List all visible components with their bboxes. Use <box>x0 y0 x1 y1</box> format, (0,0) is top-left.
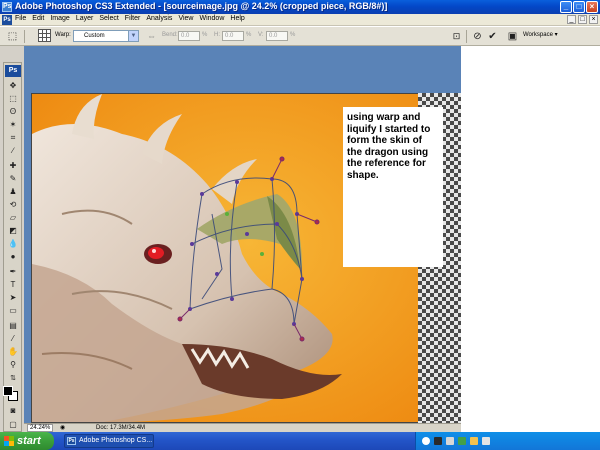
menu-help[interactable]: Help <box>230 15 244 22</box>
photoshop-logo: Ps <box>5 65 21 77</box>
warp-label: Warp: <box>55 32 71 38</box>
doc-minimize-button[interactable]: _ <box>567 15 576 24</box>
document-area: using warp and liquify I started to form… <box>24 46 461 423</box>
h-label: H: <box>214 32 220 38</box>
minimize-button[interactable]: _ <box>560 1 572 13</box>
document-icon[interactable]: Ps <box>2 15 12 25</box>
cancel-transform-icon[interactable]: ⊘ <box>471 30 484 43</box>
separator <box>466 30 467 43</box>
warp-style-select[interactable]: Custom ▼ <box>73 30 139 42</box>
menu-view[interactable]: View <box>178 15 193 22</box>
document-window-controls: _ □ × <box>567 15 598 24</box>
window-title: Adobe Photoshop CS3 Extended - [sourceim… <box>15 1 388 11</box>
warp-style-value: Custom <box>84 33 105 39</box>
menu-filter[interactable]: Filter <box>125 15 141 22</box>
marquee-tool-icon[interactable]: ⬚ <box>6 93 20 105</box>
network-icon[interactable] <box>446 437 454 445</box>
hand-tool-icon[interactable]: ✋ <box>6 346 20 358</box>
orientation-icon[interactable]: ⇔ <box>145 30 158 43</box>
v-input[interactable]: 0.0 <box>266 31 288 41</box>
zoom-level[interactable]: 24.24% <box>27 424 54 432</box>
volume-icon[interactable] <box>470 437 478 445</box>
doc-restore-button[interactable]: □ <box>578 15 587 24</box>
doc-close-button[interactable]: × <box>589 15 598 24</box>
zoom-tool-icon[interactable]: ⚲ <box>6 359 20 371</box>
menu-edit[interactable]: Edit <box>32 15 44 22</box>
menu-analysis[interactable]: Analysis <box>146 15 172 22</box>
eyedropper-tool-icon[interactable]: ⁄ <box>6 333 20 345</box>
workspace-button[interactable]: Workspace ▾ <box>523 31 558 38</box>
transform-tool-icon[interactable]: ⬚ <box>6 30 19 43</box>
doc-size[interactable]: Doc: 17.3M/34.4M <box>96 424 145 432</box>
taskbar: start Ps Adobe Photoshop CS... <box>0 432 600 450</box>
separator <box>24 30 25 43</box>
magic-wand-tool-icon[interactable]: ✶ <box>6 119 20 131</box>
close-button[interactable]: × <box>586 1 598 13</box>
chevron-down-icon: ▼ <box>128 31 138 41</box>
pen-tool-icon[interactable]: ✒ <box>6 266 20 278</box>
healing-brush-tool-icon[interactable]: ✚ <box>6 160 20 172</box>
bend-label: Bend: <box>162 32 178 38</box>
type-tool-icon[interactable]: T <box>6 279 20 291</box>
move-tool-icon[interactable]: ✥ <box>6 80 20 92</box>
menu-image[interactable]: Image <box>50 15 69 22</box>
title-bar: Ps Adobe Photoshop CS3 Extended - [sourc… <box>0 0 600 14</box>
options-bar: ⬚ Warp: Custom ▼ ⇔ Bend: 0.0 % H: 0.0 % … <box>0 27 600 46</box>
start-label: start <box>17 435 41 447</box>
toggle-warp-transform-icon[interactable]: ⊡ <box>450 30 463 43</box>
menu-file[interactable]: File <box>15 15 26 22</box>
h-input[interactable]: 0.0 <box>222 31 244 41</box>
menu-items: File Edit Image Layer Select Filter Anal… <box>15 15 245 22</box>
notes-tool-icon[interactable]: ▤ <box>6 320 20 332</box>
annotation-note: using warp and liquify I started to form… <box>343 107 443 267</box>
windows-logo-icon <box>4 436 14 446</box>
annotation-text: using warp and liquify I started to form… <box>347 112 431 181</box>
commit-transform-icon[interactable]: ✔ <box>486 30 499 43</box>
v-percent: % <box>290 32 296 38</box>
bridge-icon[interactable]: ▣ <box>506 30 519 43</box>
v-label: V: <box>258 32 264 38</box>
taskbar-item-label: Adobe Photoshop CS... <box>79 437 153 444</box>
taskbar-item-photoshop[interactable]: Ps Adobe Photoshop CS... <box>64 434 154 448</box>
security-icon[interactable] <box>458 437 466 445</box>
maximize-button[interactable]: □ <box>573 1 585 13</box>
lasso-tool-icon[interactable]: ʘ <box>6 106 20 118</box>
system-tray <box>415 432 600 450</box>
screen: Ps Adobe Photoshop CS3 Extended - [sourc… <box>0 0 600 450</box>
crop-tool-icon[interactable]: ⌗ <box>6 132 20 144</box>
h-percent: % <box>246 32 252 38</box>
warp-grid-icon[interactable] <box>38 29 51 42</box>
menu-layer[interactable]: Layer <box>76 15 94 22</box>
photoshop-app-icon[interactable]: Ps <box>2 2 12 12</box>
desktop-area <box>461 46 600 432</box>
clone-stamp-tool-icon[interactable]: ♟ <box>6 186 20 198</box>
path-selection-tool-icon[interactable]: ➤ <box>6 292 20 304</box>
dodge-tool-icon[interactable]: ● <box>6 251 20 263</box>
blur-tool-icon[interactable]: 💧 <box>6 238 20 250</box>
eraser-tool-icon[interactable]: ▱ <box>6 212 20 224</box>
media-icon[interactable] <box>422 437 430 445</box>
foreground-color-swatch[interactable] <box>3 386 13 396</box>
menu-select[interactable]: Select <box>99 15 118 22</box>
start-button[interactable]: start <box>0 432 54 450</box>
history-brush-tool-icon[interactable]: ⟲ <box>6 199 20 211</box>
brush-tool-icon[interactable]: ✎ <box>6 173 20 185</box>
tools-panel: Ps ✥ ⬚ ʘ ✶ ⌗ ∕ ✚ ✎ ♟ ⟲ ▱ ◩ 💧 ● ✒ T ➤ ▭ ▤… <box>3 62 22 432</box>
app-tray-icon[interactable] <box>434 437 442 445</box>
slice-tool-icon[interactable]: ∕ <box>6 145 20 157</box>
paint-bucket-tool-icon[interactable]: ◩ <box>6 225 20 237</box>
quick-mask-icon[interactable]: ◙ <box>6 405 20 417</box>
bend-input[interactable]: 0.0 <box>178 31 200 41</box>
photoshop-task-icon: Ps <box>67 437 76 445</box>
status-menu-icon[interactable]: ◉ <box>60 424 65 431</box>
menu-window[interactable]: Window <box>199 15 224 22</box>
swap-colors-icon[interactable]: ⇅ <box>6 373 20 385</box>
tray-icon-extra[interactable] <box>482 437 490 445</box>
shape-tool-icon[interactable]: ▭ <box>6 305 20 317</box>
screen-mode-icon[interactable]: ▢ <box>6 419 20 431</box>
bend-percent: % <box>202 32 208 38</box>
status-bar: 24.24% ◉ Doc: 17.3M/34.4M <box>24 423 461 432</box>
menu-bar: Ps File Edit Image Layer Select Filter A… <box>0 14 600 26</box>
